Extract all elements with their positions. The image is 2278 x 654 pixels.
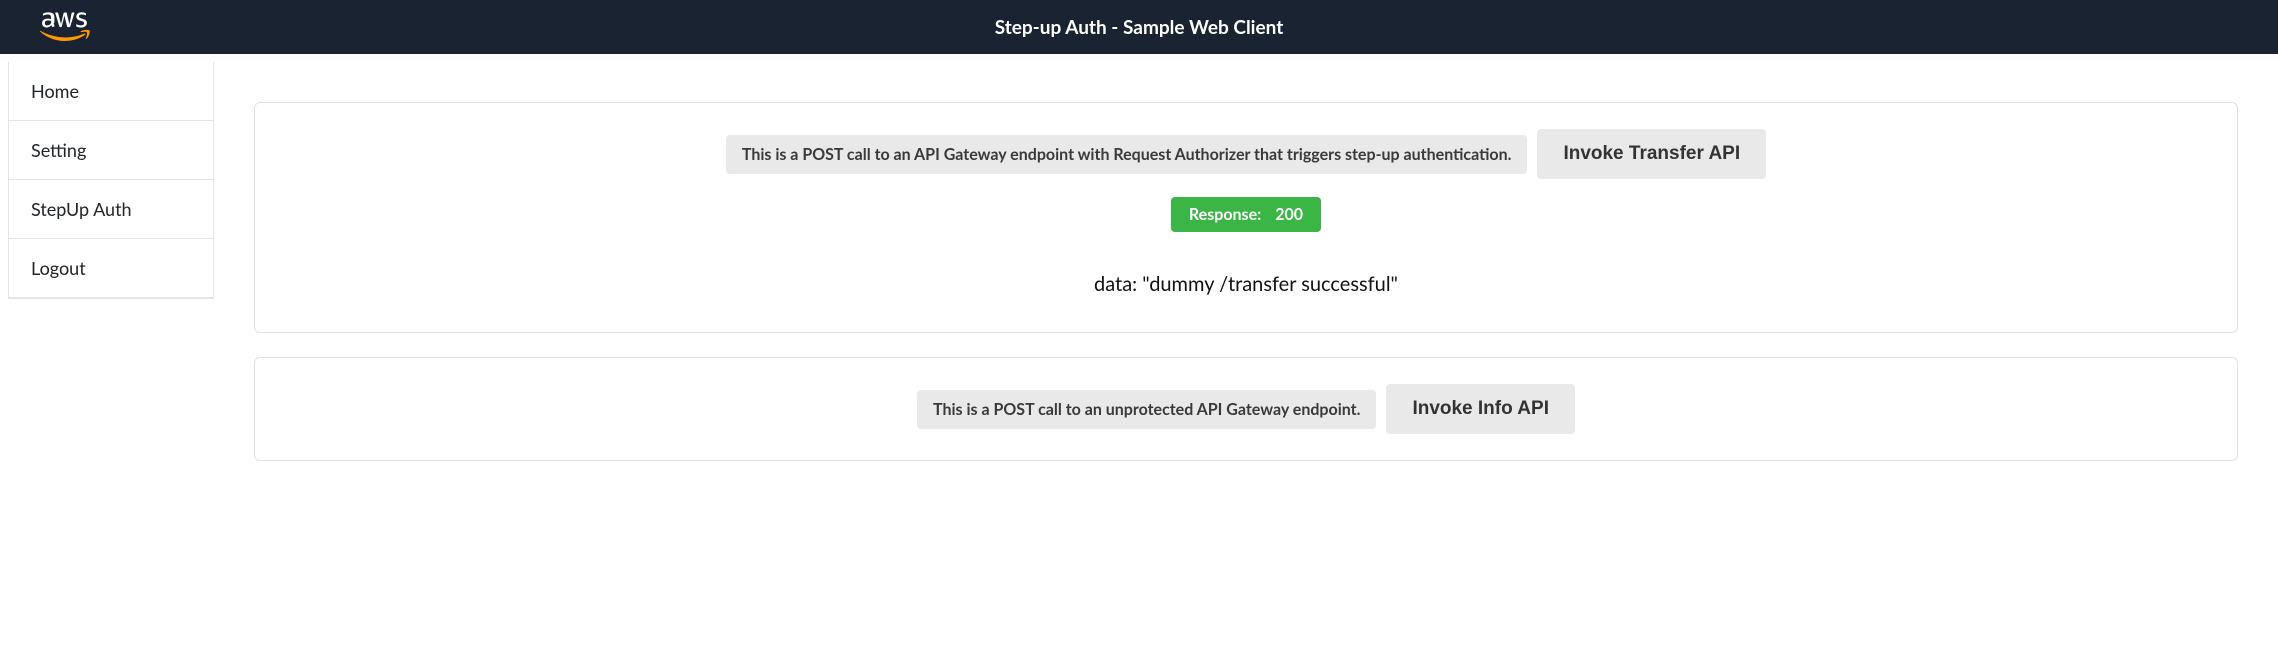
response-label: Response: xyxy=(1189,205,1261,224)
page-title: Step-up Auth - Sample Web Client xyxy=(995,16,1284,39)
invoke-info-api-button[interactable]: Invoke Info API xyxy=(1386,384,1575,434)
transfer-api-card: This is a POST call to an API Gateway en… xyxy=(254,102,2238,333)
sidebar-item-stepup-auth[interactable]: StepUp Auth xyxy=(9,180,213,239)
app-header: Step-up Auth - Sample Web Client xyxy=(0,0,2278,54)
invoke-transfer-api-button[interactable]: Invoke Transfer API xyxy=(1537,129,1766,179)
sidebar-item-logout[interactable]: Logout xyxy=(9,239,213,298)
sidebar-item-label: Logout xyxy=(31,257,86,279)
sidebar-item-home[interactable]: Home xyxy=(9,62,213,121)
card-row: This is a POST call to an API Gateway en… xyxy=(285,129,2207,179)
main-layout: Home Setting StepUp Auth Logout This is … xyxy=(0,54,2278,485)
sidebar: Home Setting StepUp Auth Logout xyxy=(8,62,214,299)
response-row: Response: 200 xyxy=(285,179,2207,232)
api-description: This is a POST call to an unprotected AP… xyxy=(917,390,1376,429)
sidebar-item-label: Setting xyxy=(31,139,86,161)
info-api-card: This is a POST call to an unprotected AP… xyxy=(254,357,2238,461)
response-data-text: data: "dummy /transfer successful" xyxy=(285,272,2207,296)
response-code: 200 xyxy=(1275,205,1303,224)
response-status-badge: Response: 200 xyxy=(1171,197,1321,232)
card-row: This is a POST call to an unprotected AP… xyxy=(285,384,2207,434)
aws-logo-icon xyxy=(40,0,90,54)
api-description: This is a POST call to an API Gateway en… xyxy=(726,135,1528,174)
main-content: This is a POST call to an API Gateway en… xyxy=(254,62,2278,485)
sidebar-item-label: Home xyxy=(31,80,79,102)
sidebar-item-setting[interactable]: Setting xyxy=(9,121,213,180)
sidebar-item-label: StepUp Auth xyxy=(31,198,132,220)
